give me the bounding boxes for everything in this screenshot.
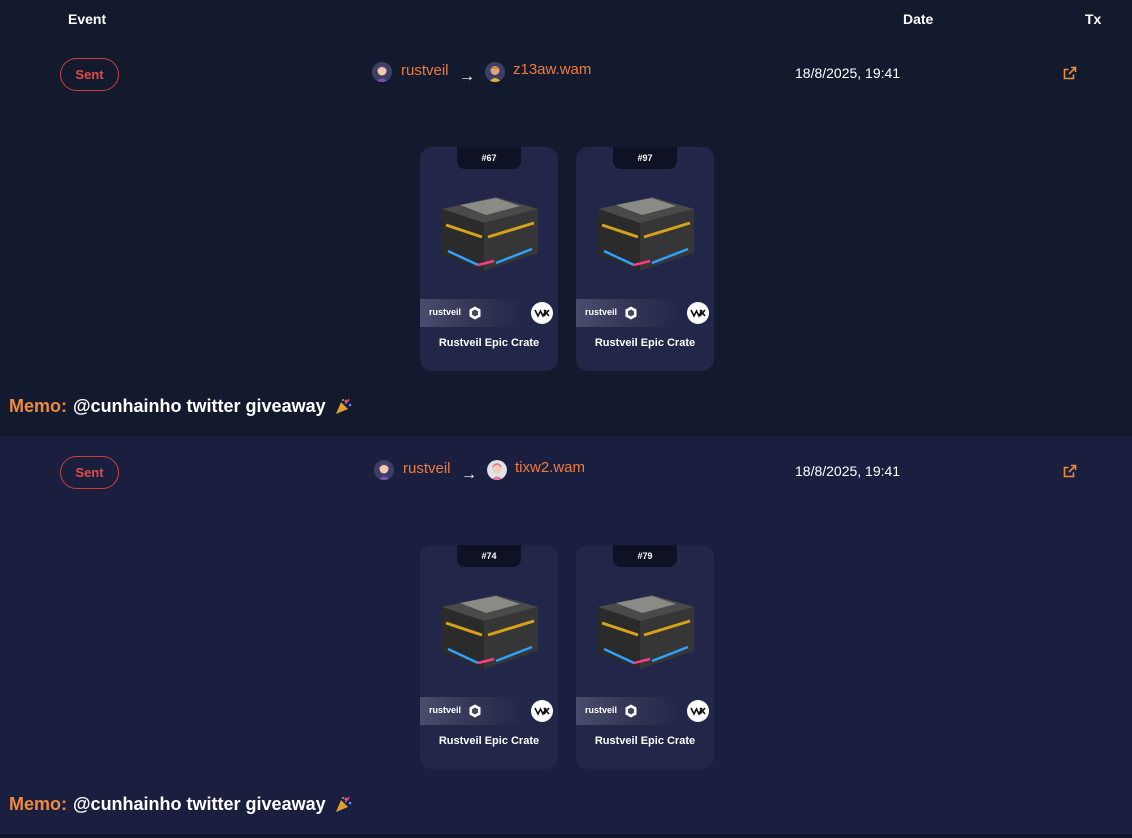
collection-bar[interactable]: rustveil [420,299,558,327]
memo: Memo: @cunhainho twitter giveaway [9,396,352,417]
sender-avatar[interactable] [372,62,392,82]
collection-bar[interactable]: rustveil [576,697,714,725]
verified-icon [469,306,481,320]
arrow-right-icon: → [459,68,475,85]
nft-card[interactable]: #67 rustveil Rustveil Epic Crate [420,147,558,371]
event-row: Sent rustveil → z13aw.wam 18/8/2025, 19:… [0,38,1132,436]
collection-name: rustveil [585,307,618,317]
party-popper-icon [335,797,351,813]
sender-name[interactable]: rustveil [403,460,451,477]
verified-icon [469,704,481,718]
collection-name: rustveil [429,307,462,317]
nft-card[interactable]: #74 rustveil Rustveil Epic Crate [420,545,558,769]
collection-bar[interactable]: rustveil [420,697,558,725]
arrow-right-icon: → [461,466,477,483]
recipient-avatar[interactable] [487,460,507,480]
collection-name: rustveil [585,705,618,715]
wax-icon [687,700,709,722]
party-popper-icon [335,399,351,415]
collection-name: rustveil [429,705,462,715]
asset-name: Rustveil Epic Crate [594,735,696,747]
mint-number: #79 [613,545,677,567]
nft-card[interactable]: #97 rustveil Rustveil Epic Crate [576,147,714,371]
event-date: 18/8/2025, 19:41 [795,65,901,81]
event-date: 18/8/2025, 19:41 [795,463,901,479]
sent-badge: Sent [60,456,119,489]
asset-name: Rustveil Epic Crate [438,735,540,747]
recipient-name[interactable]: z13aw.wam [513,61,591,78]
mint-number: #97 [613,147,677,169]
crate-image [598,197,694,271]
recipient-avatar[interactable] [485,62,505,82]
external-link-icon[interactable] [1062,463,1078,479]
memo: Memo: @cunhainho twitter giveaway [9,794,352,815]
memo-label: Memo: [9,396,67,416]
verified-icon [625,704,637,718]
crate-image [442,197,538,271]
nft-card[interactable]: #79 rustveil Rustveil Epic Crate [576,545,714,769]
external-link-icon[interactable] [1062,65,1078,81]
sent-badge: Sent [60,58,119,91]
verified-icon [625,306,637,320]
recipient-name[interactable]: tixw2.wam [515,459,585,476]
bottom-border [0,834,1132,838]
memo-label: Memo: [9,794,67,814]
wax-icon [531,302,553,324]
memo-text: @cunhainho twitter giveaway [73,794,326,814]
asset-name: Rustveil Epic Crate [438,337,540,349]
sender-avatar[interactable] [374,460,394,480]
wax-icon [687,302,709,324]
crate-image [598,595,694,669]
mint-number: #67 [457,147,521,169]
memo-text: @cunhainho twitter giveaway [73,396,326,416]
header-event: Event [68,11,107,27]
table-header: Event Date Tx [0,0,1132,38]
wax-icon [531,700,553,722]
asset-name: Rustveil Epic Crate [594,337,696,349]
header-date: Date [903,11,934,27]
collection-bar[interactable]: rustveil [576,299,714,327]
crate-image [442,595,538,669]
header-tx: Tx [1085,11,1102,27]
mint-number: #74 [457,545,521,567]
event-row: Sent rustveil → tixw2.wam 18/8/2025, 19:… [0,436,1132,834]
sender-name[interactable]: rustveil [401,62,449,79]
